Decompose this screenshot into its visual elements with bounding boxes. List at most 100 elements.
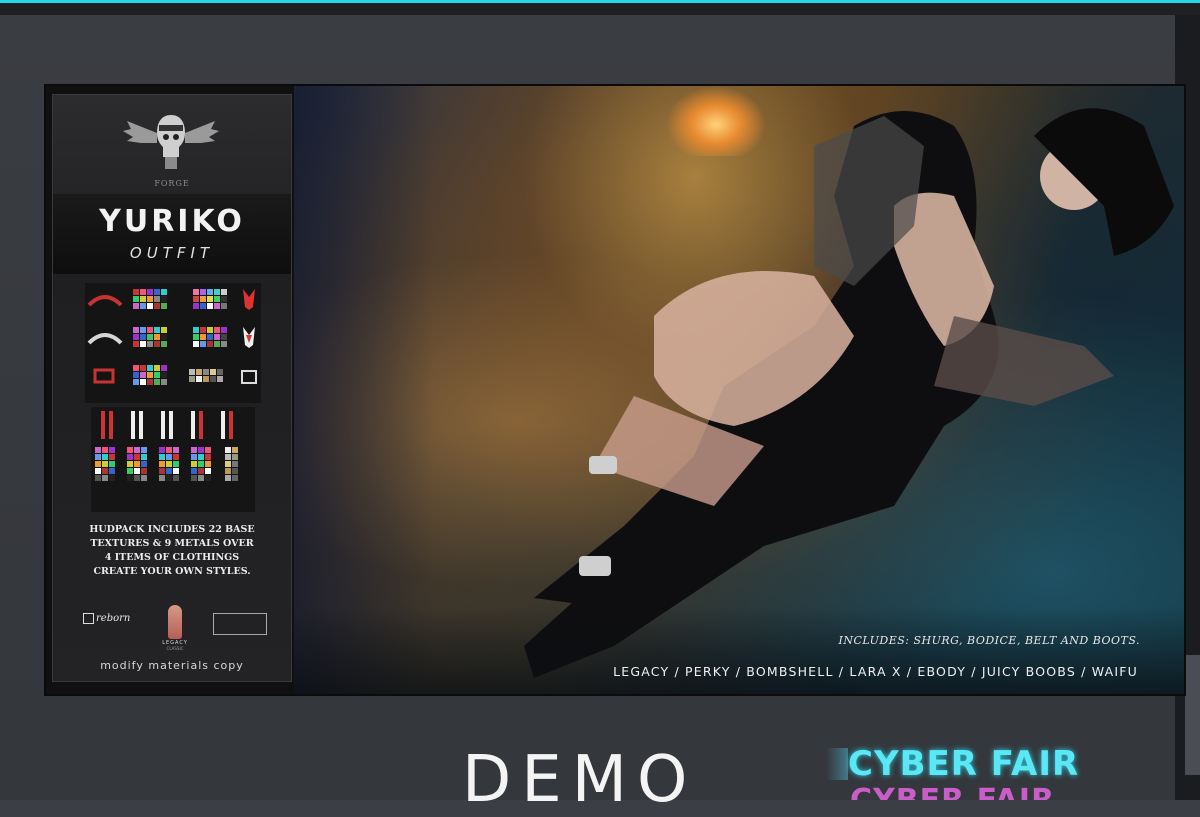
event-logo-ghost xyxy=(826,748,848,780)
legacy-figure-icon xyxy=(168,605,182,639)
color-swatch xyxy=(200,289,206,295)
color-swatch xyxy=(102,461,108,467)
color-swatch xyxy=(200,334,206,340)
belt-icon xyxy=(87,333,123,345)
color-swatch xyxy=(134,475,140,481)
color-swatch xyxy=(134,468,140,474)
color-swatch xyxy=(161,303,167,309)
color-swatch xyxy=(95,475,101,481)
hud-texture-panel xyxy=(85,283,261,403)
product-poster[interactable]: FORGE YURIKO OUTFIT HUDPACK INCLUDES 22 … xyxy=(46,86,1184,694)
color-swatch xyxy=(102,475,108,481)
color-swatch xyxy=(140,327,146,333)
color-swatch xyxy=(200,296,206,302)
color-swatch xyxy=(154,303,160,309)
color-swatch xyxy=(198,454,204,460)
color-swatch xyxy=(221,327,227,333)
reborn-logo: reborn xyxy=(83,613,130,624)
color-swatch xyxy=(154,379,160,385)
color-swatch xyxy=(225,454,231,460)
color-swatch xyxy=(205,475,211,481)
color-swatch xyxy=(147,327,153,333)
color-swatch xyxy=(232,454,238,460)
swatch-grid xyxy=(95,447,115,481)
color-swatch xyxy=(166,468,172,474)
color-swatch xyxy=(161,379,167,385)
color-swatch xyxy=(232,447,238,453)
color-swatch xyxy=(140,379,146,385)
color-swatch xyxy=(191,447,197,453)
event-logo-reflection-text: CYBER FAIR xyxy=(850,786,1062,801)
color-swatch xyxy=(191,461,197,467)
color-swatch xyxy=(109,468,115,474)
color-swatch xyxy=(102,447,108,453)
metal-swatch-grid xyxy=(189,369,223,382)
color-swatch xyxy=(133,303,139,309)
color-swatch xyxy=(133,341,139,347)
color-swatch xyxy=(147,379,153,385)
event-logo-reflection: CYBER FAIR xyxy=(850,784,1062,801)
color-swatch xyxy=(133,289,139,295)
color-swatch xyxy=(232,475,238,481)
color-swatch xyxy=(173,454,179,460)
color-swatch xyxy=(133,296,139,302)
winged-skull-icon xyxy=(123,115,219,169)
color-swatch xyxy=(193,327,199,333)
color-swatch xyxy=(133,327,139,333)
color-swatch xyxy=(214,296,220,302)
swatch-grid xyxy=(191,447,211,481)
legacy-logo-subtext: CLASSIC xyxy=(166,646,184,651)
swatch-grid xyxy=(193,327,227,347)
color-swatch xyxy=(166,447,172,453)
color-swatch xyxy=(198,468,204,474)
color-swatch xyxy=(133,365,139,371)
color-swatch xyxy=(147,303,153,309)
hudpack-description: HUDPACK INCLUDES 22 BASE TEXTURES & 9 ME… xyxy=(53,523,291,579)
color-swatch xyxy=(141,454,147,460)
color-swatch xyxy=(95,468,101,474)
color-swatch xyxy=(95,461,101,467)
color-swatch xyxy=(140,365,146,371)
color-swatch xyxy=(159,447,165,453)
color-swatch xyxy=(196,376,202,382)
color-swatch xyxy=(161,372,167,378)
color-swatch xyxy=(189,376,195,382)
color-swatch xyxy=(159,468,165,474)
color-swatch xyxy=(140,334,146,340)
color-swatch xyxy=(225,475,231,481)
color-swatch xyxy=(207,289,213,295)
color-swatch xyxy=(161,334,167,340)
color-swatch xyxy=(205,461,211,467)
top-bar xyxy=(0,3,1200,15)
color-swatch xyxy=(207,327,213,333)
color-swatch xyxy=(134,454,140,460)
color-swatch xyxy=(154,372,160,378)
color-swatch xyxy=(214,341,220,347)
color-swatch xyxy=(214,334,220,340)
color-swatch xyxy=(221,303,227,309)
color-swatch xyxy=(232,461,238,467)
swatch-grid xyxy=(133,289,167,309)
color-swatch xyxy=(193,303,199,309)
color-swatch xyxy=(159,454,165,460)
color-swatch xyxy=(140,341,146,347)
swatch-grid xyxy=(127,447,147,481)
color-swatch xyxy=(109,447,115,453)
color-swatch xyxy=(127,454,133,460)
color-swatch xyxy=(147,289,153,295)
color-swatch xyxy=(225,447,231,453)
color-swatch xyxy=(141,468,147,474)
buckle-icon xyxy=(93,368,115,384)
color-swatch xyxy=(161,289,167,295)
product-title: YURIKO xyxy=(99,204,245,239)
color-swatch xyxy=(203,369,209,375)
color-swatch xyxy=(214,303,220,309)
compatibility-logos: reborn LEGACY CLASSIC xyxy=(83,605,273,655)
color-swatch xyxy=(200,341,206,347)
color-swatch xyxy=(191,454,197,460)
color-swatch xyxy=(196,369,202,375)
color-swatch xyxy=(127,447,133,453)
color-swatch xyxy=(109,475,115,481)
scene-bottom-haze xyxy=(294,606,1184,694)
color-swatch xyxy=(166,475,172,481)
